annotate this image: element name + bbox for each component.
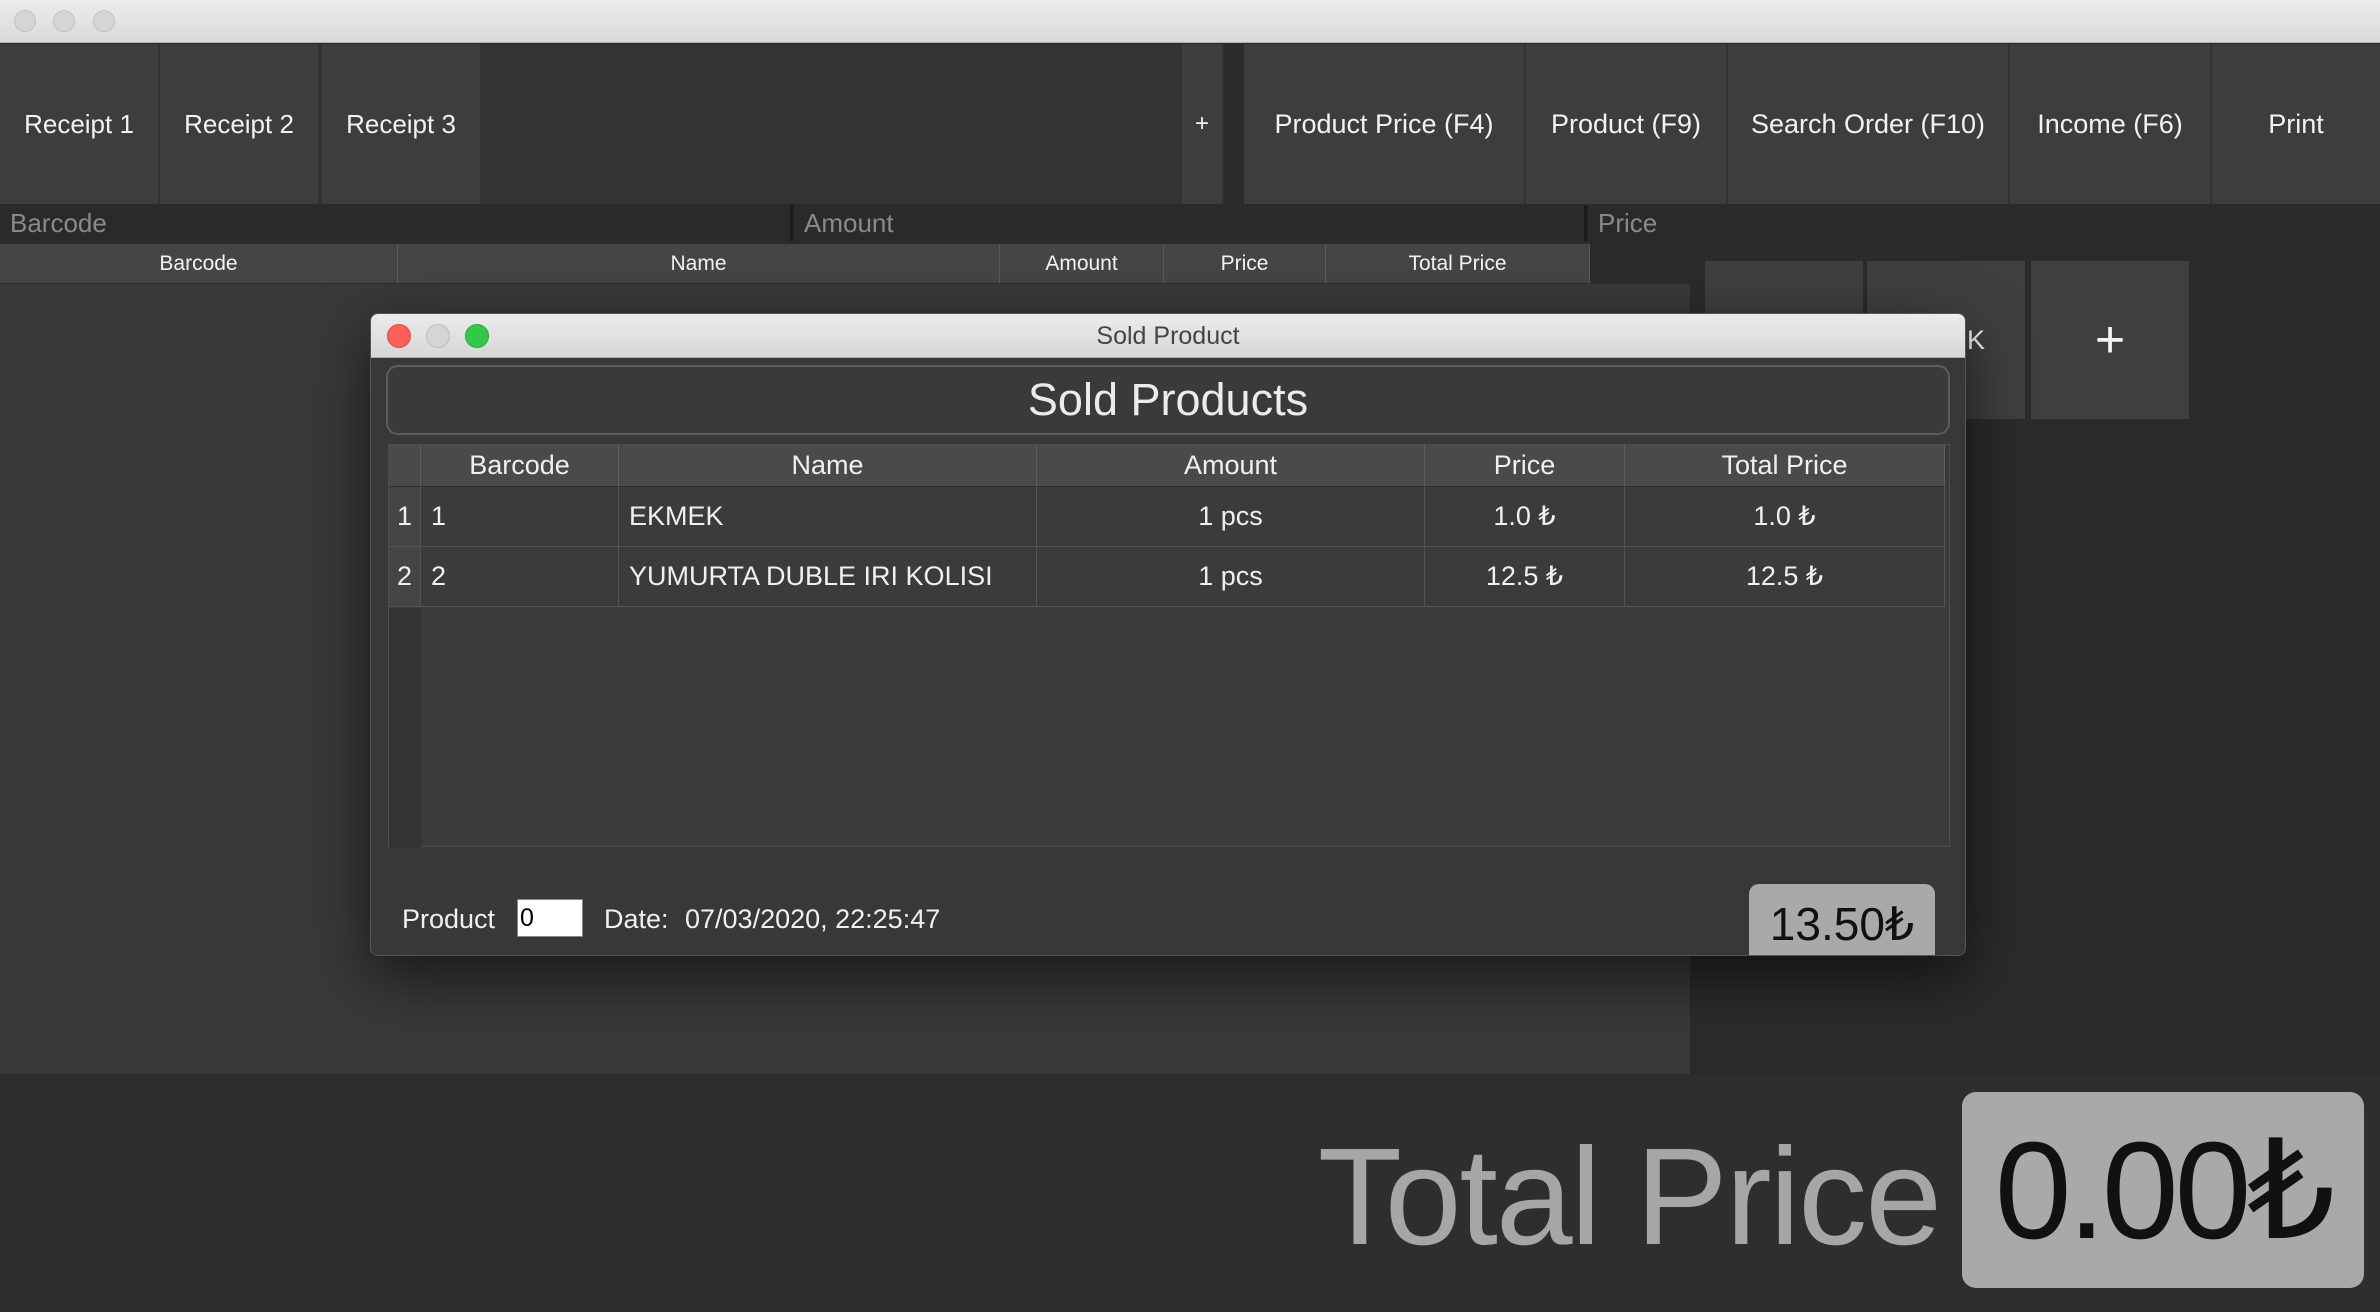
total-price-value: 0.00₺ bbox=[1962, 1092, 2364, 1288]
dialog-heading: Sold Products bbox=[386, 365, 1950, 435]
cell-price: 1.0 ₺ bbox=[1425, 487, 1625, 547]
row-number: 2 bbox=[389, 547, 421, 607]
search-order-button[interactable]: Search Order (F10) bbox=[1728, 44, 2008, 204]
column-header-amount[interactable]: Amount bbox=[1000, 244, 1164, 284]
column-header-name[interactable]: Name bbox=[398, 244, 1000, 284]
print-button[interactable]: Print bbox=[2212, 44, 2380, 204]
sold-product-dialog: Sold Product Sold Products Barcode Name … bbox=[370, 313, 1966, 956]
table-row[interactable]: 1 1 EKMEK 1 pcs 1.0 ₺ 1.0 ₺ bbox=[389, 487, 1945, 547]
dialog-footer: Product Date: 07/03/2020, 22:25:47 13.50… bbox=[371, 854, 1965, 955]
product-price-button[interactable]: Product Price (F4) bbox=[1244, 44, 1524, 204]
column-header-total-price[interactable]: Total Price bbox=[1625, 445, 1945, 487]
dialog-zoom-button[interactable] bbox=[465, 324, 489, 348]
cell-total-price: 12.5 ₺ bbox=[1625, 547, 1945, 607]
dialog-titlebar: Sold Product bbox=[371, 314, 1965, 358]
date-label: Date: bbox=[604, 904, 669, 934]
add-receipt-button[interactable]: + bbox=[1182, 44, 1222, 204]
receipt-tab-strip: Receipt 1 Receipt 2 Receipt 3 bbox=[0, 44, 1224, 204]
receipt-table-header: Barcode Name Amount Price Total Price bbox=[0, 244, 1590, 284]
barcode-input[interactable]: Barcode bbox=[0, 205, 792, 241]
product-label: Product bbox=[402, 904, 496, 934]
price-input[interactable]: Price bbox=[1588, 205, 2380, 241]
cell-name: YUMURTA DUBLE IRI KOLISI bbox=[619, 547, 1037, 607]
column-header-price[interactable]: Price bbox=[1164, 244, 1326, 284]
column-header-total-price[interactable]: Total Price bbox=[1326, 244, 1590, 284]
entry-row: Barcode Amount Price bbox=[0, 205, 2380, 241]
product-count-input[interactable] bbox=[517, 899, 583, 937]
sold-table-header: Barcode Name Amount Price Total Price bbox=[389, 445, 1945, 487]
total-price-label: Total Price bbox=[1317, 1120, 1942, 1274]
main-window-titlebar bbox=[0, 0, 2380, 43]
cell-barcode: 1 bbox=[421, 487, 619, 547]
cell-barcode: 2 bbox=[421, 547, 619, 607]
row-number-header bbox=[389, 445, 421, 487]
tab-receipt-3[interactable]: Receipt 3 bbox=[322, 44, 480, 204]
product-button[interactable]: Product (F9) bbox=[1526, 44, 1726, 204]
cell-total-price: 1.0 ₺ bbox=[1625, 487, 1945, 547]
dialog-close-button[interactable] bbox=[387, 324, 411, 348]
column-header-name[interactable]: Name bbox=[619, 445, 1037, 487]
tab-receipt-2[interactable]: Receipt 2 bbox=[160, 44, 318, 204]
cell-amount: 1 pcs bbox=[1037, 547, 1425, 607]
column-header-amount[interactable]: Amount bbox=[1037, 445, 1425, 487]
column-header-price[interactable]: Price bbox=[1425, 445, 1625, 487]
row-number-gutter bbox=[389, 608, 421, 848]
window-zoom-button[interactable] bbox=[93, 10, 115, 32]
cell-name: EKMEK bbox=[619, 487, 1037, 547]
date-value: 07/03/2020, 22:25:47 bbox=[685, 904, 941, 934]
cell-price: 12.5 ₺ bbox=[1425, 547, 1625, 607]
sold-products-table: Barcode Name Amount Price Total Price 1 … bbox=[388, 444, 1950, 848]
dialog-total-value: 13.50₺ bbox=[1749, 884, 1935, 955]
add-product-tile[interactable]: + bbox=[2030, 260, 2190, 420]
amount-input[interactable]: Amount bbox=[794, 205, 1586, 241]
column-header-barcode[interactable]: Barcode bbox=[0, 244, 398, 284]
tab-receipt-1[interactable]: Receipt 1 bbox=[0, 44, 158, 204]
cell-amount: 1 pcs bbox=[1037, 487, 1425, 547]
window-close-button[interactable] bbox=[14, 10, 36, 32]
dialog-minimize-button[interactable] bbox=[426, 324, 450, 348]
column-header-barcode[interactable]: Barcode bbox=[421, 445, 619, 487]
income-button[interactable]: Income (F6) bbox=[2010, 44, 2210, 204]
table-row[interactable]: 2 2 YUMURTA DUBLE IRI KOLISI 1 pcs 12.5 … bbox=[389, 547, 1945, 607]
window-minimize-button[interactable] bbox=[53, 10, 75, 32]
dialog-title: Sold Product bbox=[1096, 322, 1240, 350]
toolbar: Product Price (F4) Product (F9) Search O… bbox=[1244, 44, 2380, 204]
row-number: 1 bbox=[389, 487, 421, 547]
